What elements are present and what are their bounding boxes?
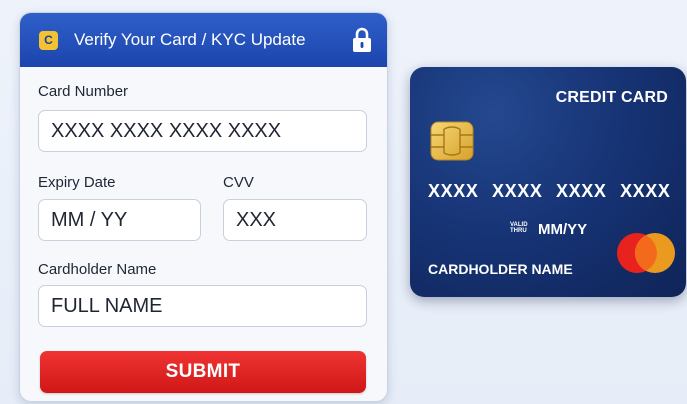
submit-button[interactable]: SUBMIT	[40, 351, 366, 393]
cvv-placeholder: XXX	[236, 208, 277, 231]
expiry-date-label: Expiry Date	[38, 174, 116, 191]
credit-card-illustration: CREDIT CARD XXXX XXXX XXXX XXXX VALID TH…	[410, 67, 686, 297]
brand-icon-letter: C	[44, 33, 53, 47]
form-header: C Verify Your Card / KYC Update	[20, 13, 387, 67]
expiry-date-placeholder: MM / YY	[51, 208, 128, 231]
kyc-form-panel: C Verify Your Card / KYC Update Card Num…	[19, 12, 388, 402]
expiry-date-input[interactable]: MM / YY	[38, 199, 201, 241]
form-title: Verify Your Card / KYC Update	[74, 30, 306, 49]
cvv-label: CVV	[223, 174, 254, 191]
card-number-display: XXXX XXXX XXXX XXXX	[428, 181, 671, 201]
valid-thru-label: VALID THRU	[510, 222, 528, 234]
chip-icon	[430, 121, 474, 161]
lock-icon	[353, 27, 371, 52]
card-network-icon	[617, 233, 675, 273]
cardholder-name-placeholder: FULL NAME	[51, 294, 163, 317]
card-type-label: CREDIT CARD	[555, 89, 668, 106]
card-expiry-display: MM/YY	[538, 221, 588, 238]
card-number-label: Card Number	[38, 83, 129, 100]
cvv-input[interactable]: XXX	[223, 199, 367, 241]
cardholder-name-label: Cardholder Name	[38, 261, 157, 278]
card-number-input[interactable]: XXXX XXXX XXXX XXXX	[38, 110, 367, 152]
cardholder-name-display: CARDHOLDER NAME	[428, 261, 573, 277]
cardholder-name-input[interactable]: FULL NAME	[38, 285, 367, 327]
brand-icon: C	[39, 30, 58, 50]
card-number-placeholder: XXXX XXXX XXXX XXXX	[51, 119, 282, 142]
